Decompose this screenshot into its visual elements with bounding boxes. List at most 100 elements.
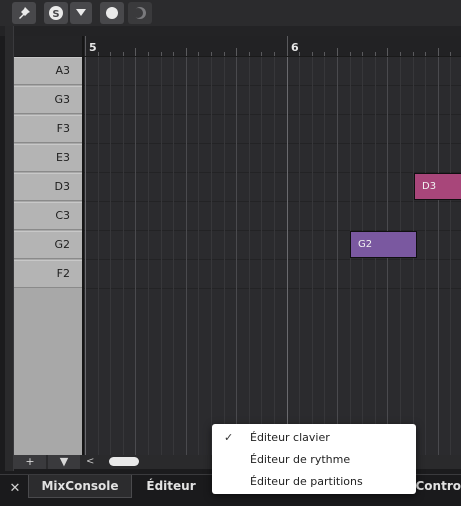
ruler-tick [287,36,288,56]
grid-row-line [84,201,461,202]
key-dropdown-button[interactable]: ▼ [48,455,80,469]
key-g3[interactable]: G3 [14,86,82,114]
grid-row-line [84,172,461,173]
ruler-tick [337,48,338,56]
grid-line [324,57,325,455]
close-icon[interactable]: ✕ [8,481,22,497]
grid-row-line [84,114,461,115]
ruler-tick [312,52,313,56]
grid-row-line [84,259,461,260]
ruler-tick [450,52,451,56]
grid-line [85,57,86,455]
ruler-tick [148,52,149,56]
add-key-button[interactable]: + [14,455,46,469]
horizontal-scrollbar-thumb[interactable] [109,457,139,466]
check-icon: ✓ [224,431,234,444]
grid-line [261,57,262,455]
key-a3[interactable]: A3 [14,57,82,85]
timeline-ruler[interactable]: 5 6 [84,36,461,57]
ruler-tick [211,52,212,56]
ruler-corner [14,36,82,56]
grid-line [148,57,149,455]
ruler-tick [110,52,111,56]
ruler-tick [98,52,99,56]
grid-line [287,57,288,455]
grid-line [98,57,99,455]
ruler-tick [400,52,401,56]
note-g2[interactable]: G2 [350,231,417,258]
scroll-left-button[interactable]: < [86,455,96,469]
grid-line [123,57,124,455]
menu-item-editeur-partitions[interactable]: Éditeur de partitions [212,471,416,493]
ruler-bar-5: 5 [89,41,97,54]
ruler-tick [299,52,300,56]
top-strip [0,26,461,36]
grid-row-line [84,85,461,86]
note-d3[interactable]: D3 [414,173,461,200]
dropdown-button[interactable] [70,2,92,24]
ruler-tick [173,52,174,56]
ruler-tick [362,52,363,56]
ruler-tick [135,48,136,56]
grid-line [211,57,212,455]
grid-line [186,57,187,455]
ruler-tick [425,52,426,56]
tab-editeur[interactable]: Éditeur [138,475,204,497]
grid-line [236,57,237,455]
piano-keys[interactable]: A3 G3 F3 E3 D3 C3 G2 F2 [14,57,82,455]
key-g2[interactable]: G2 [14,231,82,259]
pin-icon [17,6,31,20]
grid-line [274,57,275,455]
record-circle-icon [105,6,119,20]
ruler-tick [249,52,250,56]
ruler-tick [324,52,325,56]
pin-button[interactable] [12,2,36,24]
ruler-tick [123,52,124,56]
grid-line [337,57,338,455]
ruler-tick [387,48,388,56]
ruler-tick [375,52,376,56]
grid-row-line [84,143,461,144]
ruler-bar-6: 6 [291,41,299,54]
grid-line [425,57,426,455]
grid-row-line [84,288,461,289]
note-grid[interactable]: D3 G2 [84,57,461,455]
grid-line [299,57,300,455]
tab-mixconsole[interactable]: MixConsole [28,475,132,498]
grid-line [249,57,250,455]
grid-line [438,57,439,455]
solo-s-icon: S [48,5,64,21]
grid-line [173,57,174,455]
grid-line [161,57,162,455]
key-e3[interactable]: E3 [14,144,82,172]
key-f2[interactable]: F2 [14,260,82,288]
ruler-tick [236,48,237,56]
svg-text:S: S [52,9,59,20]
editor-type-menu: ✓ Éditeur clavier Éditeur de rythme Édit… [212,424,416,494]
ruler-tick [161,52,162,56]
ruler-tick [198,52,199,56]
grid-line [110,57,111,455]
menu-item-editeur-rythme[interactable]: Éditeur de rythme [212,449,416,471]
key-d3[interactable]: D3 [14,173,82,201]
grid-line [135,57,136,455]
dropdown-arrow-icon [76,9,86,17]
grid-line [450,57,451,455]
ruler-tick [438,48,439,56]
menu-item-editeur-clavier[interactable]: ✓ Éditeur clavier [212,427,416,449]
ruler-tick [413,52,414,56]
moon-icon [133,6,147,20]
solo-button[interactable]: S [44,2,68,24]
left-frame [5,26,14,471]
ruler-tick [261,52,262,56]
ruler-tick [274,52,275,56]
editor-toolbar: S [0,0,461,26]
key-f3[interactable]: F3 [14,115,82,143]
grid-line [198,57,199,455]
moon-button[interactable] [128,2,152,24]
ruler-tick [85,36,86,56]
record-button[interactable] [100,2,124,24]
ruler-tick [350,52,351,56]
key-c3[interactable]: C3 [14,202,82,230]
grid-line [312,57,313,455]
